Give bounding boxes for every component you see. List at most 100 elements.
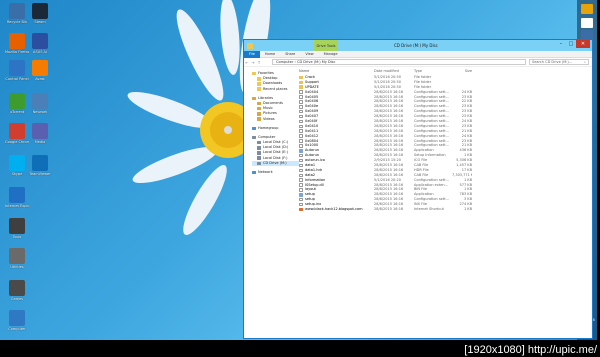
image-caption: [1920x1080] http://upic.me/ — [464, 344, 597, 356]
desktop: Recycle Bin Steam Mozilla Firefox ASUS Ai Av… — [0, 0, 597, 340]
desktop-icon[interactable]: Google Chrome — [5, 123, 29, 144]
column-size[interactable]: Size — [452, 68, 472, 75]
nav-item-icon — [257, 77, 261, 81]
search-placeholder: Search CD Drive (M:)... — [532, 60, 573, 64]
nav-item-icon — [257, 87, 261, 91]
app-icon — [299, 149, 303, 153]
desktop-icon-label: TeamViewer — [29, 172, 51, 176]
folder-icon — [299, 75, 303, 80]
title-bar[interactable]: Drive Tools CD Drive (M:) My Disc – □ ✕ — [244, 40, 592, 51]
desktop-icon[interactable]: Games — [5, 280, 29, 301]
file-icon — [299, 114, 303, 119]
nav-item-icon — [257, 156, 261, 160]
desktop-icon[interactable]: Recycle Bin — [5, 3, 29, 24]
minimize-button[interactable]: – — [556, 40, 566, 48]
drive-tools-tab[interactable]: Drive Tools — [314, 40, 338, 51]
nav-item-icon — [252, 71, 256, 76]
ribbon-tab-view[interactable]: View — [300, 51, 318, 58]
desktop-icon[interactable]: Utilities — [5, 248, 29, 269]
desktop-icon-label: Computer — [8, 327, 26, 331]
file-list: Name Date modified Type Size Crack 5/1/20… — [299, 68, 592, 338]
file-name: www.black-hack12.blogspot.com — [305, 207, 363, 212]
close-button[interactable]: ✕ — [576, 40, 590, 48]
desktop-app-icon — [9, 187, 25, 203]
search-input[interactable]: Search CD Drive (M:)... ⌕ — [529, 59, 589, 65]
file-icon — [299, 173, 303, 177]
desktop-app-icon — [32, 93, 48, 109]
desktop-icon[interactable]: Network — [28, 93, 52, 114]
file-date: 28/8/2015 16:16 — [374, 207, 404, 212]
address-bar-row: ← → ↑ Computer › CD Drive (M:) My Disc S… — [244, 58, 592, 67]
file-icon — [299, 153, 303, 158]
nav-item-icon — [252, 135, 256, 140]
desktop-icon[interactable]: ASUS Ai — [28, 33, 52, 54]
file-icon — [299, 188, 303, 192]
nav-item-icon — [257, 106, 261, 111]
desktop-icon[interactable]: TeamViewer — [28, 155, 52, 176]
nav-item-icon — [252, 126, 256, 131]
desktop-icon-label: Utilities — [10, 265, 24, 269]
file-icon — [299, 129, 303, 133]
desktop-icon-label: Google Chrome — [5, 140, 29, 144]
nav-item-icon — [257, 146, 261, 150]
file-icon — [299, 144, 303, 148]
app-icon — [299, 193, 303, 197]
desktop-icon-label: Steam — [34, 20, 46, 24]
file-row[interactable]: www.black-hack12.blogspot.com 28/8/2015 1… — [299, 207, 592, 212]
file-icon — [299, 105, 303, 109]
desktop-app-icon — [9, 60, 25, 76]
ribbon-tab-share[interactable]: Share — [280, 51, 300, 58]
desktop-app-icon — [9, 155, 25, 171]
file-icon — [299, 197, 303, 202]
desktop-app-icon — [9, 3, 25, 19]
nav-item-icon — [257, 140, 261, 145]
nav-item-icon — [257, 151, 261, 155]
maximize-button[interactable]: □ — [566, 40, 576, 48]
desktop-icon[interactable]: Computer — [5, 310, 29, 331]
desktop-app-icon — [9, 123, 25, 139]
desktop-icon[interactable]: Media — [28, 123, 52, 144]
navigation-pane: Favorites Desktop Downloads Recent places Li… — [244, 68, 299, 338]
file-name-cell: www.black-hack12.blogspot.com — [299, 207, 374, 212]
desktop-icon-label: Skype — [11, 172, 23, 176]
window-icon[interactable] — [581, 18, 593, 28]
app-m-icon[interactable] — [581, 4, 593, 14]
window-title: CD Drive (M:) My Disc — [394, 43, 438, 48]
column-type[interactable]: Type — [414, 68, 452, 75]
desktop-icon[interactable]: Mozilla Firefox — [5, 33, 29, 54]
file-icon — [299, 119, 303, 124]
nav-item-label: CD Drive (M:) — [263, 160, 287, 165]
up-icon[interactable]: ↑ — [256, 60, 262, 65]
ribbon-tab-home[interactable]: Home — [260, 51, 280, 58]
desktop-icon[interactable]: uTorrent — [5, 93, 29, 114]
html-icon — [299, 207, 303, 212]
desktop-icon-label: Games — [10, 297, 24, 301]
nav-item[interactable]: Network — [252, 170, 299, 175]
desktop-icon-label: Avast — [35, 77, 45, 81]
column-name[interactable]: Name — [299, 68, 374, 75]
desktop-icon[interactable]: Internet Explorer — [5, 187, 29, 208]
desktop-icon[interactable]: Tools — [5, 218, 29, 239]
address-bar[interactable]: Computer › CD Drive (M:) My Disc — [272, 59, 526, 65]
nav-item-label: Homegroup — [258, 125, 279, 130]
desktop-app-icon — [32, 3, 48, 19]
column-date[interactable]: Date modified — [374, 68, 414, 75]
file-icon — [299, 95, 303, 99]
desktop-icon-label: Recycle Bin — [6, 20, 28, 24]
search-icon[interactable]: ⌕ — [584, 60, 586, 64]
desktop-icon[interactable]: Steam — [28, 3, 52, 24]
nav-item-icon — [252, 170, 256, 175]
desktop-app-icon — [32, 123, 48, 139]
ribbon-tab-manage[interactable]: Manage — [319, 51, 343, 58]
desktop-icon[interactable]: Control Panel — [5, 60, 29, 81]
file-icon — [299, 168, 303, 173]
desktop-icon[interactable]: Skype — [5, 155, 29, 176]
nav-item-label: Recent places — [263, 86, 288, 91]
file-icon — [299, 90, 303, 94]
nav-item-icon — [257, 101, 261, 106]
quick-access-icon[interactable] — [247, 42, 253, 49]
folder-icon — [299, 85, 303, 89]
desktop-icon[interactable]: Avast — [28, 60, 52, 81]
ribbon-tab-file[interactable]: File — [244, 50, 260, 58]
desktop-icon-label: Media — [34, 140, 46, 144]
